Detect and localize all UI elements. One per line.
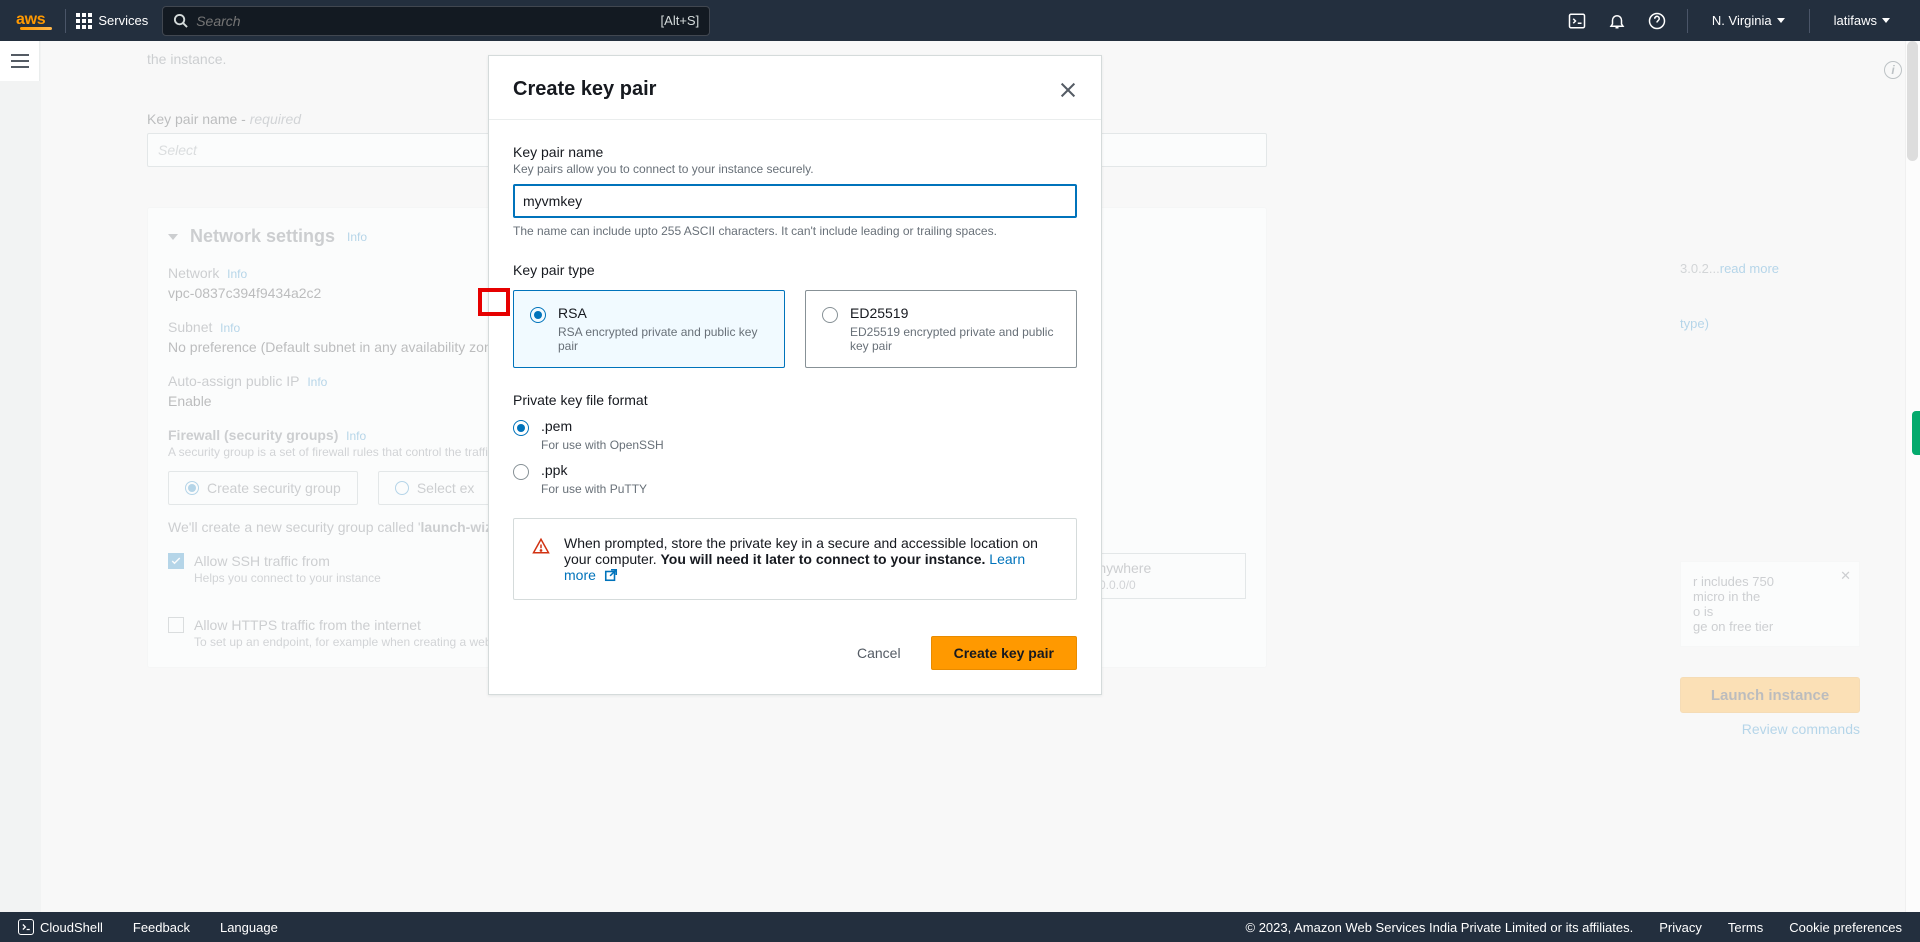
help-icon[interactable]: [1637, 1, 1677, 41]
terms-link[interactable]: Terms: [1728, 920, 1763, 935]
cloudshell-icon[interactable]: [1557, 1, 1597, 41]
copyright-text: © 2023, Amazon Web Services India Privat…: [1246, 920, 1634, 935]
region-selector[interactable]: N. Virginia: [1698, 13, 1799, 28]
format-pem-title: .pem: [541, 418, 664, 434]
footer-bar: CloudShell Feedback Language © 2023, Ama…: [0, 912, 1920, 942]
modal-title: Create key pair: [513, 78, 656, 101]
chevron-down-icon: [1777, 18, 1785, 23]
search-input[interactable]: [196, 13, 660, 29]
cookie-prefs-link[interactable]: Cookie preferences: [1789, 920, 1902, 935]
hamburger-icon: [11, 54, 29, 68]
radio-dot-icon: [513, 464, 529, 480]
close-icon[interactable]: [1059, 81, 1077, 99]
side-menu-toggle[interactable]: [0, 41, 40, 81]
account-menu[interactable]: latifaws: [1820, 13, 1904, 28]
key-type-rsa-card[interactable]: RSA RSA encrypted private and public key…: [513, 290, 785, 368]
search-shortcut-hint: [Alt+S]: [661, 13, 700, 28]
feedback-link[interactable]: Feedback: [133, 920, 190, 935]
chevron-down-icon: [1882, 18, 1890, 23]
services-menu[interactable]: Services: [76, 13, 148, 29]
create-key-pair-button[interactable]: Create key pair: [931, 636, 1077, 670]
radio-dot-icon: [530, 307, 546, 323]
global-search[interactable]: [Alt+S]: [162, 6, 710, 36]
key-pair-name-label: Key pair name: [513, 144, 1077, 160]
key-pair-type-label: Key pair type: [513, 262, 1077, 278]
key-type-ed25519-card[interactable]: ED25519 ED25519 encrypted private and pu…: [805, 290, 1077, 368]
nav-divider: [65, 9, 66, 33]
create-key-pair-modal: Create key pair Key pair name Key pairs …: [488, 55, 1102, 695]
format-pem-option[interactable]: .pem For use with OpenSSH: [513, 418, 1077, 452]
language-selector[interactable]: Language: [220, 920, 278, 935]
cloudshell-icon[interactable]: [18, 919, 34, 935]
format-ppk-title: .ppk: [541, 462, 647, 478]
cloudshell-link[interactable]: CloudShell: [40, 920, 103, 935]
store-key-warning: When prompted, store the private key in …: [513, 518, 1077, 600]
key-type-rsa-desc: RSA encrypted private and public key pai…: [558, 325, 768, 353]
feedback-tab[interactable]: [1912, 411, 1920, 455]
radio-dot-icon: [513, 420, 529, 436]
cancel-button[interactable]: Cancel: [845, 637, 913, 669]
aws-logo[interactable]: aws: [16, 11, 55, 30]
key-type-rsa-title: RSA: [558, 305, 768, 321]
annotation-highlight-box: [478, 288, 510, 316]
search-icon: [173, 13, 188, 28]
services-label: Services: [98, 13, 148, 28]
format-ppk-desc: For use with PuTTY: [541, 482, 647, 496]
key-format-label: Private key file format: [513, 392, 1077, 408]
warning-icon: [532, 537, 550, 555]
nav-divider: [1809, 9, 1810, 33]
key-pair-name-hint: Key pairs allow you to connect to your i…: [513, 162, 1077, 176]
notifications-icon[interactable]: [1597, 1, 1637, 41]
key-pair-name-input[interactable]: [513, 184, 1077, 218]
key-type-ed25519-desc: ED25519 encrypted private and public key…: [850, 325, 1060, 353]
key-type-ed25519-title: ED25519: [850, 305, 1060, 321]
external-link-icon: [604, 568, 618, 582]
format-pem-desc: For use with OpenSSH: [541, 438, 664, 452]
key-pair-name-help: The name can include upto 255 ASCII char…: [513, 224, 1077, 238]
top-nav: aws Services [Alt+S] N. Virginia latifaw…: [0, 0, 1920, 41]
radio-dot-icon: [822, 307, 838, 323]
privacy-link[interactable]: Privacy: [1659, 920, 1702, 935]
nav-divider: [1687, 9, 1688, 33]
services-grid-icon: [76, 13, 92, 29]
format-ppk-option[interactable]: .ppk For use with PuTTY: [513, 462, 1077, 496]
